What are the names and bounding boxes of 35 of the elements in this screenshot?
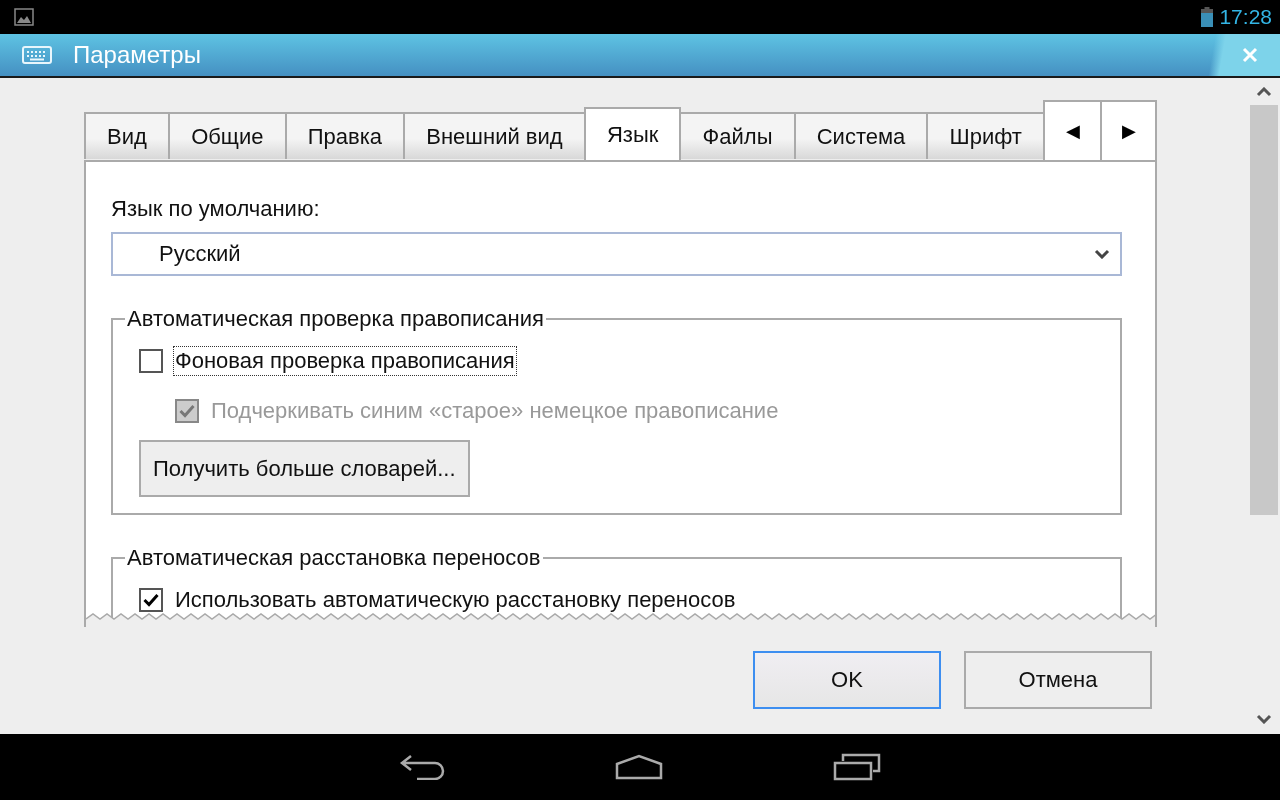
language-label: Язык по умолчанию: [111, 196, 321, 222]
close-icon [1242, 47, 1258, 63]
scroll-up-icon[interactable] [1256, 87, 1272, 97]
checkbox-label: Фоновая проверка правописания [173, 346, 517, 376]
tab[interactable]: Язык [583, 107, 682, 160]
cancel-button[interactable]: Отмена [964, 651, 1152, 709]
battery-icon [1201, 7, 1214, 27]
language-dropdown[interactable]: Русский [111, 232, 1122, 276]
checkmark-icon [179, 404, 195, 418]
tab[interactable]: Система [793, 112, 927, 159]
checkbox[interactable] [139, 349, 163, 373]
ok-button[interactable]: OK [753, 651, 941, 709]
tab[interactable]: Правка [284, 112, 404, 159]
keyboard-icon [22, 46, 52, 64]
tab[interactable]: Вид [84, 112, 169, 159]
dictionaries-button[interactable]: Получить больше словарей... [139, 440, 470, 497]
tab[interactable]: Внешний вид [403, 112, 584, 159]
checkbox[interactable] [139, 588, 163, 612]
recent-apps-icon[interactable] [833, 753, 881, 781]
checkbox-label: Использовать автоматическую расстановку переносов [174, 586, 737, 614]
scroll-down-icon[interactable] [1256, 714, 1272, 724]
window-title: Параметры [73, 41, 202, 69]
tab[interactable]: Общие [168, 112, 285, 159]
checkmark-icon [143, 593, 159, 607]
scrollbar-thumb[interactable] [1250, 105, 1278, 515]
tab[interactable]: Файлы [679, 112, 794, 159]
back-icon[interactable] [399, 754, 445, 780]
checkbox-label: Подчеркивать синим «старое» немецкое правописание [210, 397, 780, 425]
group-title: Автоматическая расстановка переносов [126, 545, 542, 571]
tab[interactable]: Шрифт [926, 112, 1043, 159]
group-title: Автоматическая проверка правописания [126, 306, 545, 332]
clock-time: 17:28 [1219, 5, 1272, 29]
home-icon[interactable] [615, 754, 663, 780]
picture-icon [14, 8, 34, 26]
chevron-down-icon [1094, 249, 1110, 259]
